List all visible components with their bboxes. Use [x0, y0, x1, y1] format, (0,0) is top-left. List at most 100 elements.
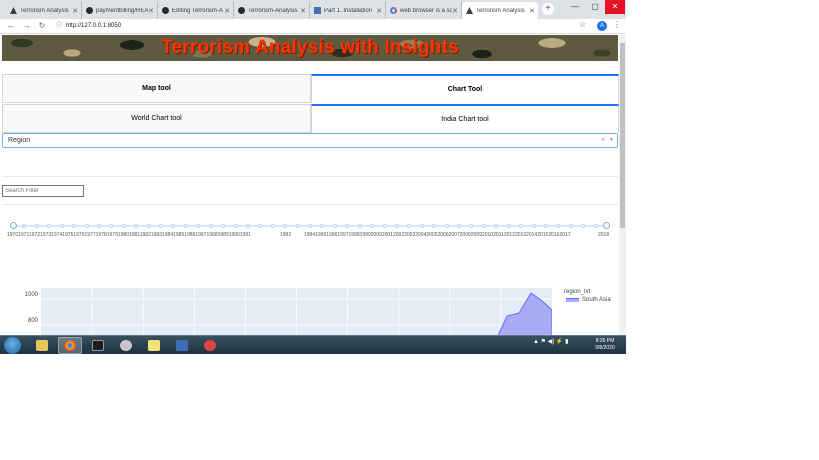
- close-tab-icon[interactable]: ✕: [224, 7, 230, 15]
- close-tab-icon[interactable]: ✕: [452, 7, 458, 15]
- slider-handle-end[interactable]: [603, 222, 610, 229]
- divider: [2, 176, 618, 177]
- slider-tick: [221, 224, 226, 228]
- close-tab-icon[interactable]: ✕: [72, 7, 78, 15]
- browser-tab[interactable]: Editing Terrorism-A ✕: [158, 2, 234, 19]
- slider-tick: [233, 224, 238, 228]
- slider-tick: [59, 224, 64, 228]
- address-bar[interactable]: ⓘ http://127.0.0.1:8050: [56, 21, 596, 32]
- slider-tick: [258, 224, 263, 228]
- chevron-down-icon[interactable]: ▾: [610, 134, 613, 147]
- reload-icon[interactable]: ↻: [37, 21, 47, 31]
- slider-tick: [121, 224, 126, 228]
- slider-tick: [382, 224, 387, 228]
- area-chart[interactable]: 1000 800 region_txt South Asia: [0, 280, 619, 335]
- slider-tick: [357, 224, 362, 228]
- browser-tab[interactable]: Terrorism-Analysis ✕: [234, 2, 310, 19]
- close-tab-icon[interactable]: ✕: [529, 7, 535, 15]
- browser-tab-title: Terrorism-Analysis: [248, 7, 298, 14]
- browser-tab[interactable]: web browser is a soft ✕: [386, 2, 462, 19]
- search-filter-input[interactable]: [2, 185, 84, 197]
- browser-menu-icon[interactable]: ⋮: [613, 20, 621, 29]
- region-dropdown-value: Region: [8, 137, 31, 144]
- y-tick-label: 800: [27, 318, 38, 324]
- taskbar-notes[interactable]: [142, 337, 166, 354]
- minimize-button[interactable]: —: [565, 0, 585, 14]
- tab-india-chart-tool[interactable]: India Chart tool: [311, 104, 619, 133]
- slider-tick: [171, 224, 176, 228]
- close-tab-icon[interactable]: ✕: [148, 7, 154, 15]
- plotly-icon: [10, 7, 17, 14]
- browser-tab-active[interactable]: Terrorism Analysis ✕: [462, 2, 538, 19]
- slider-tick: [84, 224, 89, 228]
- browser-tab-title: Terrorism Analysis: [476, 7, 525, 14]
- slider-tick: [134, 224, 139, 228]
- taskbar-explorer[interactable]: [30, 337, 54, 354]
- slider-tick: [308, 224, 312, 228]
- slider-tick: [245, 224, 250, 228]
- github-icon: [86, 7, 93, 14]
- system-tray[interactable]: ▲ ⚑ ◀) ⚡ ▮: [533, 338, 593, 352]
- clear-icon[interactable]: ×: [601, 134, 605, 147]
- taskbar-app[interactable]: [170, 337, 194, 354]
- back-arrow-icon[interactable]: ←: [6, 21, 16, 31]
- slider-tick: [432, 224, 437, 228]
- slider-tick: [295, 224, 300, 228]
- url-text: http://127.0.0.1:8050: [66, 23, 122, 29]
- divider: [2, 204, 618, 205]
- bookmark-star-icon[interactable]: ☆: [579, 20, 586, 29]
- info-icon[interactable]: ⓘ: [56, 23, 62, 29]
- slider-tick: [494, 224, 499, 228]
- tab-map-tool[interactable]: Map tool: [2, 74, 311, 103]
- folder-icon: [36, 340, 48, 351]
- document-icon: [314, 7, 321, 14]
- page-scrollbar[interactable]: [619, 35, 626, 335]
- legend-label: South Asia: [582, 297, 611, 303]
- legend-item[interactable]: South Asia: [566, 297, 611, 303]
- clock-time: 8:26 PM: [595, 338, 615, 344]
- taskbar-chrome[interactable]: [58, 337, 82, 354]
- browser-tab[interactable]: Part 1. Installation ✕: [310, 2, 386, 19]
- new-tab-button[interactable]: +: [542, 3, 554, 15]
- slider-tick: [320, 224, 325, 228]
- google-icon: [390, 7, 397, 14]
- slider-tick: [47, 224, 52, 228]
- scrollbar-thumb[interactable]: [620, 43, 625, 228]
- slider-labels-left: 1970197119721973197419751976197719781979…: [7, 232, 251, 238]
- year-range-slider[interactable]: 1970197119721973197419751976197719781979…: [7, 221, 610, 241]
- github-icon: [162, 7, 169, 14]
- terminal-icon: [92, 340, 104, 351]
- github-icon: [238, 7, 245, 14]
- window-close-button[interactable]: ✕: [605, 0, 625, 14]
- taskbar-terminal[interactable]: [86, 337, 110, 354]
- slider-tick: [332, 224, 337, 228]
- browser-tab-title: web browser is a soft: [400, 7, 453, 14]
- plot-area[interactable]: [41, 288, 552, 335]
- clock[interactable]: 8:26 PM 9/8/2020: [589, 338, 621, 352]
- slider-handle-start[interactable]: [10, 222, 17, 229]
- browser-tab[interactable]: Terrorism Analysis ✕: [6, 2, 82, 19]
- legend-title: region_txt: [564, 289, 591, 295]
- windows-taskbar: ▲ ⚑ ◀) ⚡ ▮ 8:26 PM 9/8/2020: [0, 335, 626, 354]
- slider-tick: [469, 224, 474, 228]
- start-button[interactable]: [4, 337, 21, 354]
- slider-tick: [208, 224, 213, 228]
- slider-label-1992: 1992: [280, 232, 292, 238]
- tab-world-chart-tool[interactable]: World Chart tool: [2, 104, 311, 133]
- slider-tick: [159, 224, 163, 228]
- close-tab-icon[interactable]: ✕: [376, 7, 382, 15]
- taskbar-disc[interactable]: [114, 337, 138, 354]
- maximize-button[interactable]: ▢: [585, 0, 605, 14]
- browser-tab[interactable]: paymentbilling/README ✕: [82, 2, 158, 19]
- page-content: Terrorism Analysis with Insights Map too…: [0, 35, 619, 335]
- taskbar-settings[interactable]: [198, 337, 222, 354]
- profile-avatar[interactable]: A: [597, 21, 607, 31]
- region-dropdown[interactable]: Region × ▾: [2, 133, 618, 148]
- slider-tick: [531, 224, 536, 228]
- browser-tab-title: Editing Terrorism-A: [172, 7, 223, 14]
- forward-arrow-icon[interactable]: →: [22, 21, 32, 31]
- legend-swatch: [566, 298, 579, 302]
- close-tab-icon[interactable]: ✕: [300, 7, 306, 15]
- tab-chart-tool[interactable]: Chart Tool: [311, 74, 619, 103]
- disc-icon: [120, 340, 132, 351]
